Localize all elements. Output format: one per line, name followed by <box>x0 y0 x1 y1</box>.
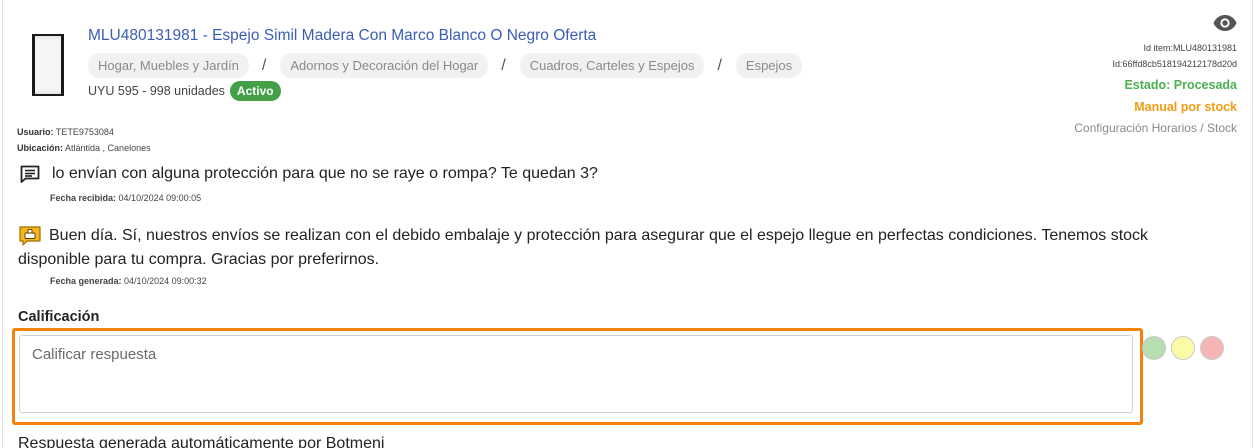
rating-bad-button[interactable] <box>1200 336 1224 360</box>
item-meta: Id item:MLU480131981 Id:66ffd8cb51819421… <box>1074 40 1237 136</box>
config-horarios-stock-link[interactable]: Configuración Horarios / Stock <box>1074 120 1237 136</box>
breadcrumb: Hogar, Muebles y Jardín / Adornos y Deco… <box>88 53 803 78</box>
breadcrumb-separator: / <box>717 56 722 74</box>
question-date: Fecha recibida: 04/10/2024 09:00:05 <box>50 193 201 203</box>
answer-text: Buen día. Sí, nuestros envíos se realiza… <box>18 227 1149 268</box>
item-title-link[interactable]: MLU480131981 - Espejo Simil Madera Con M… <box>88 27 596 45</box>
breadcrumb-item-subcategory[interactable]: Adornos y Decoración del Hogar <box>280 53 489 78</box>
auto-generated-note: Respuesta generada automáticamente por B… <box>18 435 385 448</box>
breadcrumb-separator: / <box>501 56 506 74</box>
calificacion-label: Calificación <box>18 309 100 325</box>
breadcrumb-item-subcategory-2[interactable]: Cuadros, Carteles y Espejos <box>519 53 705 78</box>
eye-icon[interactable] <box>1213 14 1237 32</box>
ubicacion-label: Ubicación: <box>17 143 64 153</box>
usuario-label: Usuario: <box>17 127 54 137</box>
question-date-value: 04/10/2024 09:00:05 <box>118 193 202 203</box>
ubicacion-row: Ubicación: Atlántida , Canelones <box>17 140 151 156</box>
user-meta: Usuario: TETE9753084 Ubicación: Atlántid… <box>17 124 151 156</box>
price-units: UYU 595 - 998 unidades Activo <box>88 81 281 101</box>
answer-date-label: Fecha generada: <box>50 276 122 286</box>
question-text: lo envían con alguna protección para que… <box>52 165 598 182</box>
price-units-text: UYU 595 - 998 unidades <box>88 84 225 98</box>
answer-date-value: 04/10/2024 09:00:32 <box>124 276 207 286</box>
question-chat-icon <box>20 165 40 183</box>
breadcrumb-separator: / <box>261 56 267 74</box>
estado-status: Estado: Procesada <box>1124 78 1237 92</box>
breadcrumb-item-leaf[interactable]: Espejos <box>735 53 803 78</box>
calificar-respuesta-input[interactable] <box>19 335 1133 413</box>
question-date-label: Fecha recibida: <box>50 193 117 203</box>
manual-stock-status: Manual por stock <box>1134 100 1237 114</box>
rating-neutral-button[interactable] <box>1171 336 1195 360</box>
rating-good-button[interactable] <box>1142 336 1166 360</box>
breadcrumb-item-category[interactable]: Hogar, Muebles y Jardín <box>88 53 249 78</box>
id-value: Id:66ffd8cb518194212178d20d <box>1112 59 1237 69</box>
ubicacion-value: Atlántida , Canelones <box>65 143 151 153</box>
usuario-value: TETE9753084 <box>55 127 114 137</box>
status-badge: Activo <box>229 81 281 101</box>
product-thumbnail[interactable] <box>32 34 64 96</box>
usuario-row: Usuario: TETE9753084 <box>17 124 151 140</box>
answer-date: Fecha generada: 04/10/2024 09:00:32 <box>50 276 207 286</box>
id-item: Id item:MLU480131981 <box>1143 43 1237 53</box>
